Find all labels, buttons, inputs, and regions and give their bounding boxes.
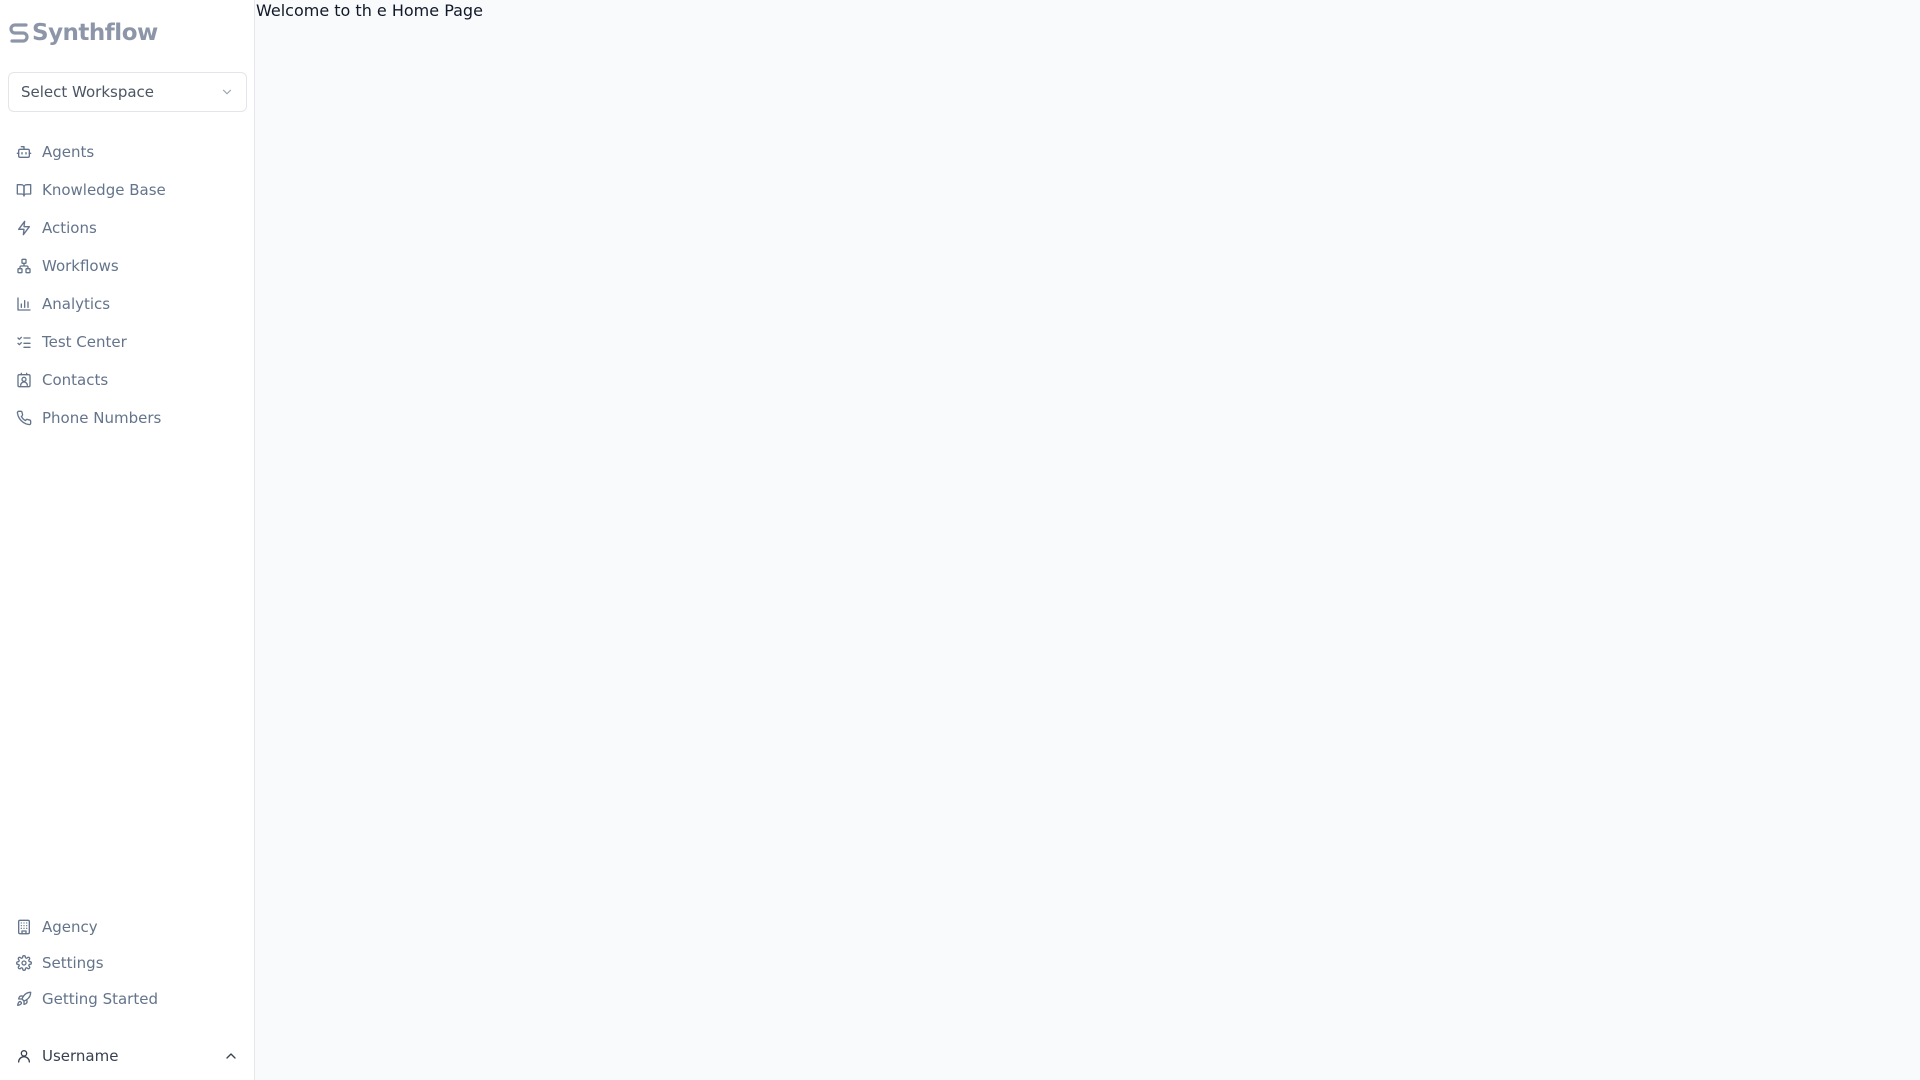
sidebar-item-label: Getting Started: [42, 990, 158, 1008]
workspace-select[interactable]: Select Workspace: [8, 72, 247, 112]
bot-icon: [16, 146, 32, 158]
main-content: Welcome to th e Home Page: [255, 0, 1920, 1080]
gear-icon: [16, 955, 32, 971]
chevron-up-icon: [226, 1053, 236, 1059]
sidebar-item-getting-started[interactable]: Getting Started: [8, 981, 247, 1017]
list-checks-icon: [17, 336, 31, 348]
sidebar: Synthflow Select Workspace Agents Knowle…: [0, 0, 255, 1080]
user-icon: [18, 1050, 30, 1063]
synthflow-logo-icon: [9, 23, 29, 43]
user-info: Username: [16, 1047, 118, 1065]
sidebar-item-label: Phone Numbers: [42, 409, 162, 427]
bar-chart-icon: [17, 297, 31, 311]
phone-icon: [16, 410, 32, 426]
sidebar-item-workflows[interactable]: Workflows: [8, 247, 247, 285]
brand-name: Synthflow: [32, 20, 158, 46]
sidebar-item-label: Contacts: [42, 371, 109, 389]
workflow-icon: [17, 258, 31, 274]
welcome-text: Welcome to th e Home Page: [256, 1, 483, 20]
sidebar-item-agency[interactable]: Agency: [8, 909, 247, 945]
sidebar-item-label: Test Center: [42, 333, 127, 351]
sidebar-item-knowledge-base[interactable]: Knowledge Base: [8, 171, 247, 209]
sidebar-item-contacts[interactable]: Contacts: [8, 361, 247, 399]
brand-logo[interactable]: Synthflow: [8, 20, 158, 46]
sidebar-item-actions[interactable]: Actions: [8, 209, 247, 247]
contact-icon: [17, 372, 31, 388]
sidebar-bottom-nav: Agency Settings Getting Started: [8, 909, 247, 1017]
sidebar-item-label: Knowledge Base: [42, 181, 166, 199]
book-open-icon: [16, 184, 32, 197]
user-menu[interactable]: Username: [8, 1038, 247, 1074]
sidebar-item-label: Settings: [42, 954, 104, 972]
sidebar-item-phone-numbers[interactable]: Phone Numbers: [8, 399, 247, 437]
workspace-select-label: Select Workspace: [21, 83, 155, 101]
sidebar-item-label: Agency: [42, 918, 98, 936]
zap-icon: [18, 220, 30, 236]
sidebar-item-label: Actions: [42, 219, 97, 237]
sidebar-item-label: Agents: [42, 143, 95, 161]
username-label: Username: [42, 1047, 119, 1065]
rocket-icon: [17, 991, 32, 1006]
sidebar-item-test-center[interactable]: Test Center: [8, 323, 247, 361]
sidebar-item-analytics[interactable]: Analytics: [8, 285, 247, 323]
building-icon: [18, 919, 30, 935]
sidebar-item-label: Workflows: [42, 257, 119, 275]
sidebar-nav: Agents Knowledge Base Actions Workflows: [8, 133, 247, 437]
sidebar-item-settings[interactable]: Settings: [8, 945, 247, 981]
sidebar-item-agents[interactable]: Agents: [8, 133, 247, 171]
app-root: Synthflow Select Workspace Agents Knowle…: [0, 0, 1920, 1080]
sidebar-item-label: Analytics: [42, 295, 111, 313]
chevron-down-icon: [222, 89, 232, 95]
